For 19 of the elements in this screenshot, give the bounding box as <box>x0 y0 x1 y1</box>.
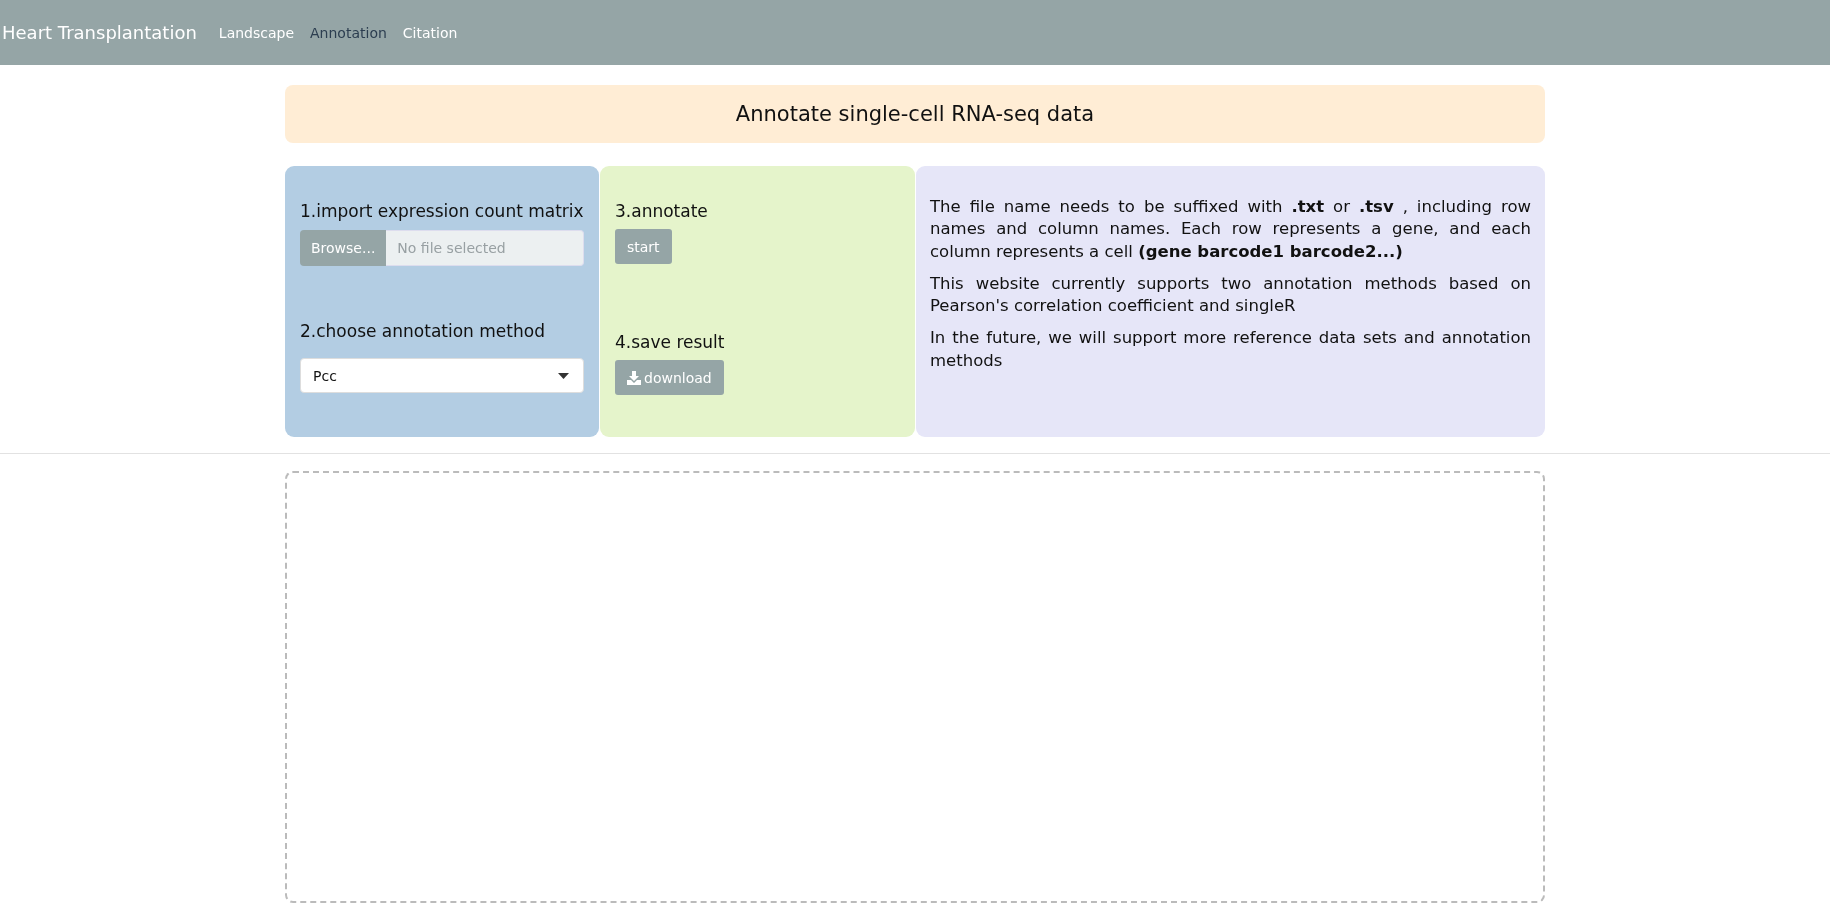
nav-link[interactable]: Landscape <box>218 24 295 41</box>
caret-icon <box>558 372 569 379</box>
method-label: 2.choose annotation method <box>300 321 546 341</box>
import-label: 1.import expression count matrix <box>300 201 584 221</box>
download-button[interactable]: download <box>615 360 724 395</box>
info-paragraph: In the future, we will support more reference data sets and annotation methods <box>930 327 1531 372</box>
banner-title: Annotate single-cell RNA-seq data <box>735 102 1095 126</box>
info-paragraph: The file name needs to be suffixed with .txt or .tsv , including row names and column names. Each row represents a gene, and each column represents a cell (gene barcode1 barcode2...) <box>930 196 1531 263</box>
browse-button[interactable]: Browse... <box>300 230 387 266</box>
save-label: 4.save result <box>615 332 726 352</box>
annotate-label: 3.annotate <box>615 201 709 221</box>
method-dropdown[interactable]: Pcc <box>300 358 584 393</box>
file-name-field[interactable]: No file selected <box>386 230 584 266</box>
info-paragraph: This website currently supports two annotation methods based on Pearson's correlation coefficient and singleR <box>930 272 1531 318</box>
download-icon <box>627 370 641 385</box>
start-button[interactable]: start <box>615 229 672 264</box>
nav-link[interactable]: Annotation <box>310 24 387 41</box>
nav-link[interactable]: Citation <box>402 24 458 41</box>
brand-link[interactable]: Heart Transplantation <box>0 22 197 43</box>
